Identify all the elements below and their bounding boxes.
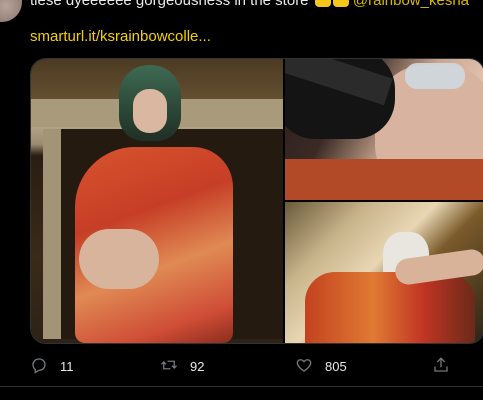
tweet-link[interactable]: smarturl.it/ksrainbowcolle...	[30, 28, 211, 45]
tweet-text-body: tiese dyeeeeee gorgeousness in the store	[30, 0, 313, 9]
retweet-button[interactable]: 92	[160, 356, 204, 377]
mention-link[interactable]: @rainbow_kesha	[353, 0, 469, 9]
share-button[interactable]	[432, 356, 450, 377]
avatar[interactable]	[0, 0, 22, 22]
retweet-count: 92	[190, 359, 205, 374]
tweet-text: tiese dyeeeeee gorgeousness in the store…	[30, 0, 469, 9]
media-image-3[interactable]	[285, 202, 483, 343]
like-button[interactable]: 805	[295, 356, 347, 377]
image-detail	[405, 63, 465, 89]
media-image-2[interactable]	[285, 59, 483, 200]
retweet-icon	[160, 356, 178, 377]
like-count: 805	[325, 359, 347, 374]
media-grid	[30, 58, 483, 344]
reply-count: 11	[60, 359, 74, 374]
emoji-icon	[314, 0, 331, 7]
media-image-1[interactable]	[31, 59, 283, 343]
tweet-actions: 11 92 805	[30, 356, 483, 378]
image-detail	[133, 89, 167, 133]
image-detail	[305, 272, 475, 343]
emoji-icon	[332, 0, 349, 7]
image-detail	[285, 159, 483, 200]
heart-icon	[295, 356, 313, 377]
share-icon	[432, 356, 450, 377]
reply-icon	[30, 356, 48, 377]
divider	[0, 386, 483, 387]
image-detail	[79, 229, 159, 289]
reply-button[interactable]: 11	[30, 356, 74, 377]
